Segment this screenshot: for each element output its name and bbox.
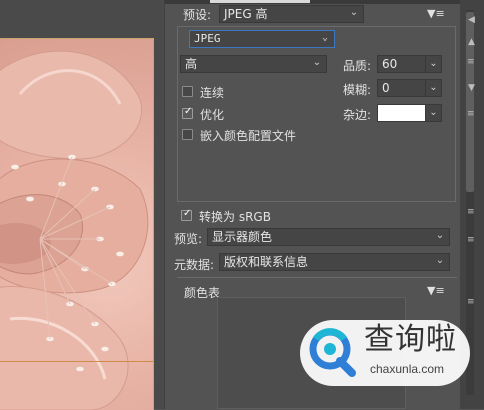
chevron-down-icon: ⌄ [435, 230, 445, 241]
chevron-down-icon: ⌄ [429, 107, 438, 118]
quality-chevron-button[interactable]: ⌄ [426, 55, 442, 73]
blur-input[interactable]: 0 [377, 79, 426, 97]
quality-value: 60 [382, 57, 398, 71]
blur-chevron-button[interactable]: ⌄ [426, 79, 442, 97]
guide-line [0, 361, 153, 362]
option-convert-srgb[interactable]: 转换为 sRGB [181, 208, 321, 224]
embed-profile-checkbox[interactable] [182, 129, 193, 140]
flower-illustration [0, 50, 149, 410]
option-embed-profile[interactable]: 嵌入颜色配置文件 [182, 127, 332, 143]
watermark-text-en: chaxunla.com [370, 362, 445, 376]
preview-label: 预览: [174, 232, 203, 246]
metadata-dropdown[interactable]: 版权和联系信息 ⌄ [219, 253, 450, 271]
chevron-down-icon: ⌄ [349, 7, 359, 18]
metadata-label: 元数据: [174, 258, 215, 272]
collapse-icon[interactable]: ◀ [468, 16, 475, 25]
preview-value: 显示器颜色 [212, 230, 273, 244]
metadata-value: 版权和联系信息 [224, 255, 309, 269]
grip-icon: ≡ [467, 109, 475, 119]
optimized-label: 优化 [200, 108, 225, 122]
grip-icon: ≡ [467, 235, 475, 245]
color-table-title: 颜色表 [184, 286, 221, 300]
quality-level-dropdown[interactable]: 高 ⌄ [180, 55, 327, 73]
section-divider [177, 277, 457, 278]
chevron-down-icon: ⌄ [321, 32, 329, 43]
quality-input[interactable]: 60 [377, 55, 426, 73]
convert-srgb-checkbox[interactable] [181, 208, 192, 221]
format-dropdown[interactable]: JPEG ⌄ [189, 30, 335, 48]
chevron-down-icon: ⌄ [429, 82, 438, 93]
panel-divider [164, 0, 165, 409]
progressive-checkbox[interactable] [182, 86, 193, 97]
convert-srgb-label: 转换为 sRGB [199, 210, 271, 224]
chevron-down-icon: ⌄ [312, 57, 322, 68]
progressive-label: 连续 [200, 86, 225, 100]
preset-value: JPEG 高 [224, 7, 268, 21]
option-progressive[interactable]: 连续 [182, 84, 322, 100]
chevron-down-icon: ⌄ [429, 58, 438, 69]
color-table-menu-icon[interactable]: ▼≡ [427, 285, 445, 296]
quality-level-value: 高 [185, 57, 198, 71]
quality-label: 品质: [343, 59, 372, 73]
panel-top-highlight [210, 0, 310, 3]
preview-dropdown[interactable]: 显示器颜色 ⌄ [207, 228, 450, 246]
embed-profile-label: 嵌入颜色配置文件 [200, 129, 297, 143]
chevron-down-icon[interactable]: ▼ [468, 84, 475, 93]
chevron-down-icon: ⌄ [435, 255, 445, 266]
option-optimized[interactable]: 优化 [182, 106, 322, 122]
preset-label: 预设: [183, 8, 212, 22]
panel-top-bar [164, 0, 460, 4]
watermark-text-cn: 查询啦 [364, 322, 457, 357]
chevron-up-icon[interactable]: ▲ [468, 38, 475, 47]
optimized-checkbox[interactable] [182, 106, 193, 119]
matte-color-swatch[interactable] [377, 104, 426, 122]
format-value: JPEG [194, 32, 221, 45]
preview-image[interactable] [0, 38, 154, 410]
preset-dropdown[interactable]: JPEG 高 ⌄ [219, 5, 364, 23]
grip-icon: ≡ [467, 297, 475, 307]
matte-chevron-button[interactable]: ⌄ [426, 104, 442, 122]
grip-icon: ≡ [467, 57, 475, 67]
watermark-logo-icon [309, 328, 356, 377]
preset-menu-icon[interactable]: ▼≡ [427, 8, 445, 19]
blur-label: 模糊: [343, 83, 372, 97]
grip-icon: ≡ [467, 207, 475, 217]
matte-label: 杂边: [343, 108, 372, 122]
blur-value: 0 [382, 81, 390, 95]
